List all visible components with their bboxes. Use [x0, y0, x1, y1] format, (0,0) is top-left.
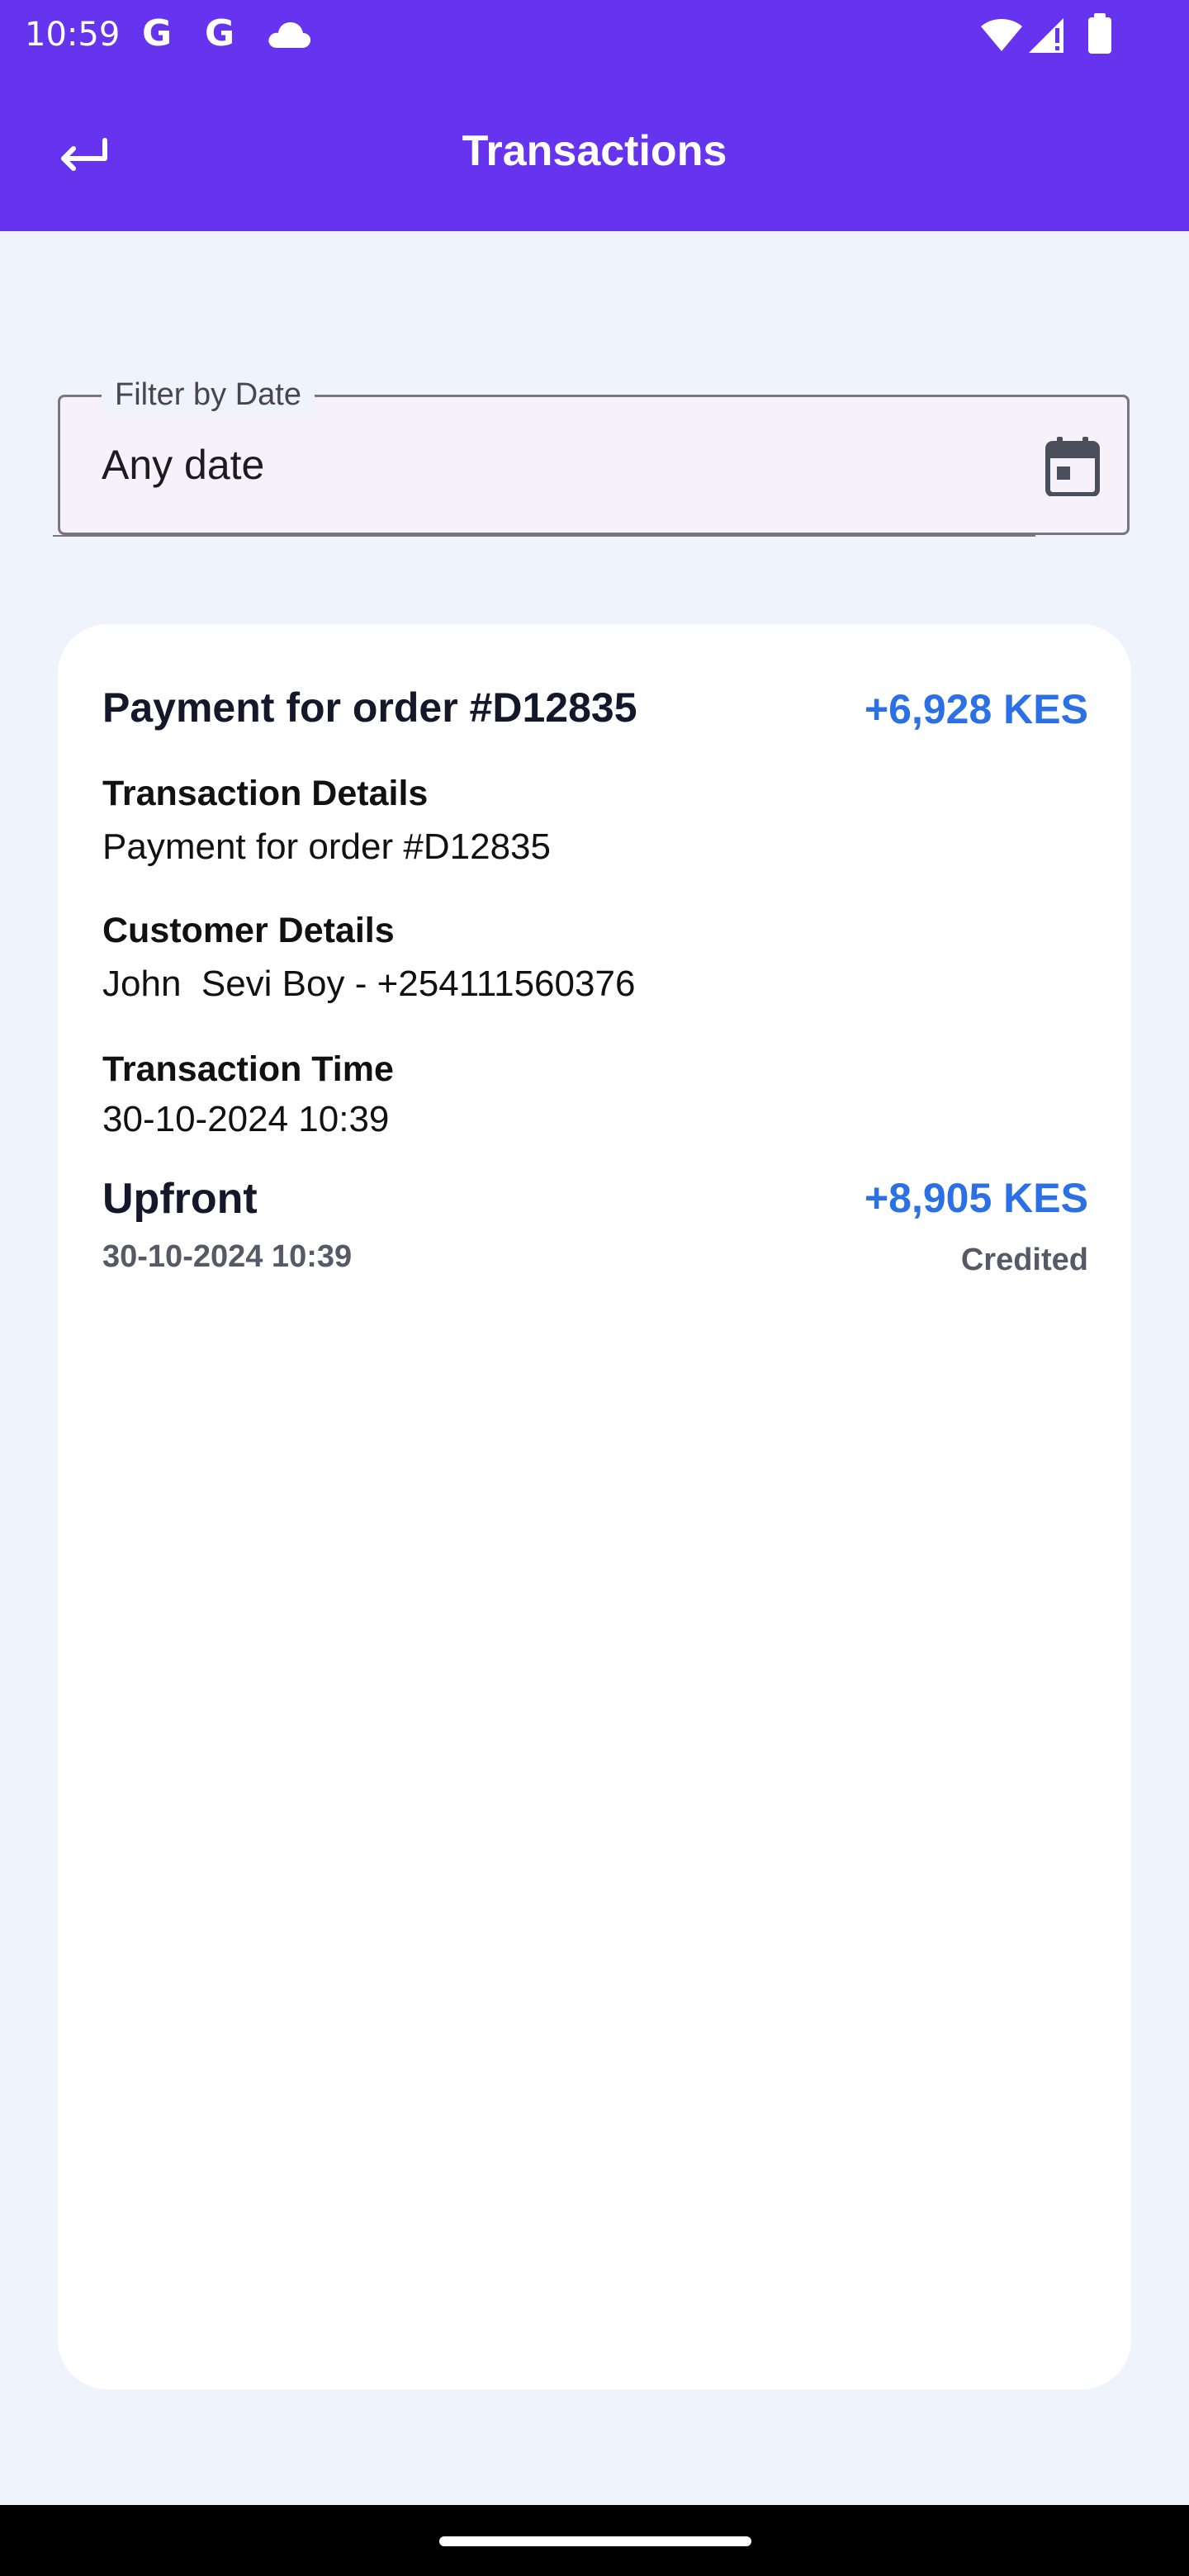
home-indicator[interactable] — [439, 2536, 751, 2546]
cloud-icon — [266, 18, 312, 55]
google-icon: G — [142, 12, 173, 54]
customer-details-value: John Sevi Boy - +254111560376 — [102, 964, 636, 1004]
date-filter-field[interactable]: Filter by Date Any date — [58, 374, 1130, 535]
wifi-icon — [979, 15, 1024, 57]
date-filter-underline — [53, 535, 1035, 537]
calendar-button[interactable] — [1043, 437, 1102, 496]
transaction-title: Payment for order #D12835 — [102, 684, 637, 731]
navigation-bar — [0, 2505, 1189, 2576]
entry-label: Upfront — [102, 1175, 258, 1223]
back-arrow-icon — [61, 138, 107, 171]
date-filter-value: Any date — [102, 442, 265, 488]
transaction-details-value: Payment for order #D12835 — [102, 826, 551, 867]
status-time: 10:59 — [25, 16, 121, 54]
google-icon: G — [205, 12, 235, 54]
customer-details-label: Customer Details — [102, 911, 395, 950]
app-bar: Transactions — [0, 71, 1189, 231]
calendar-icon — [1045, 437, 1100, 496]
signal-icon — [1027, 15, 1068, 59]
entry-status: Credited — [960, 1243, 1088, 1277]
date-filter-label: Filter by Date — [102, 374, 315, 415]
back-button[interactable] — [43, 114, 122, 193]
transaction-time-label: Transaction Time — [102, 1049, 394, 1089]
entry-date: 30-10-2024 10:39 — [102, 1239, 353, 1274]
status-bar: 10:59 G G — [0, 0, 1189, 71]
transaction-details-label: Transaction Details — [102, 774, 429, 813]
transaction-amount: +6,928 KES — [864, 686, 1088, 732]
page-title: Transactions — [462, 127, 727, 175]
entry-amount: +8,905 KES — [864, 1175, 1088, 1221]
transaction-card[interactable]: Payment for order #D12835 +6,928 KES Tra… — [58, 624, 1131, 2389]
battery-icon — [1087, 13, 1113, 59]
transaction-time-value: 30-10-2024 10:39 — [102, 1099, 390, 1139]
